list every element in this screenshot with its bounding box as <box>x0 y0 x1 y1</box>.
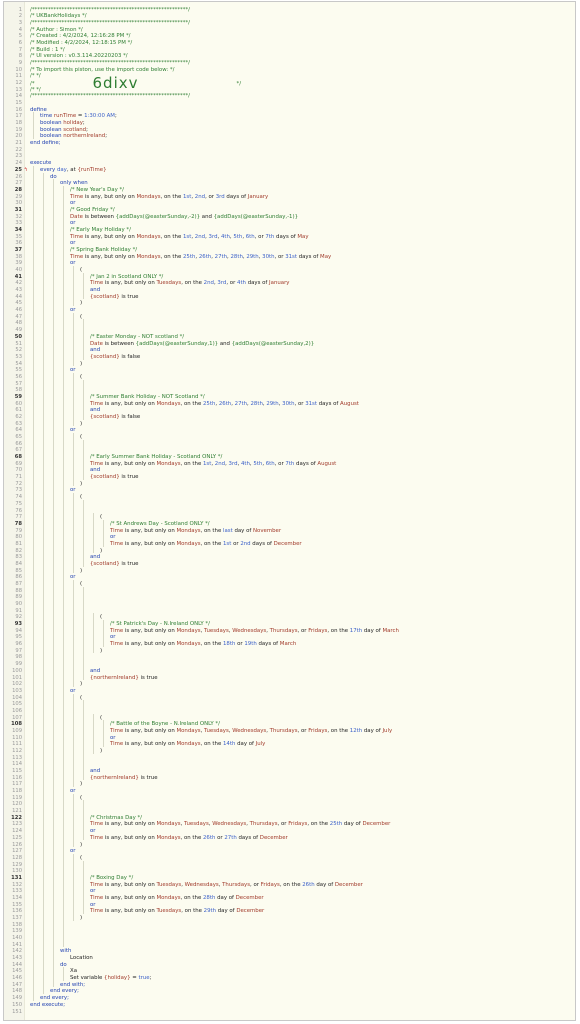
code-panel: 1/**************************************… <box>3 1 576 1021</box>
piston-viewer: 1/**************************************… <box>0 0 580 1024</box>
code-line: 151 <box>4 1008 574 1016</box>
line-number: 151 <box>12 1008 22 1015</box>
